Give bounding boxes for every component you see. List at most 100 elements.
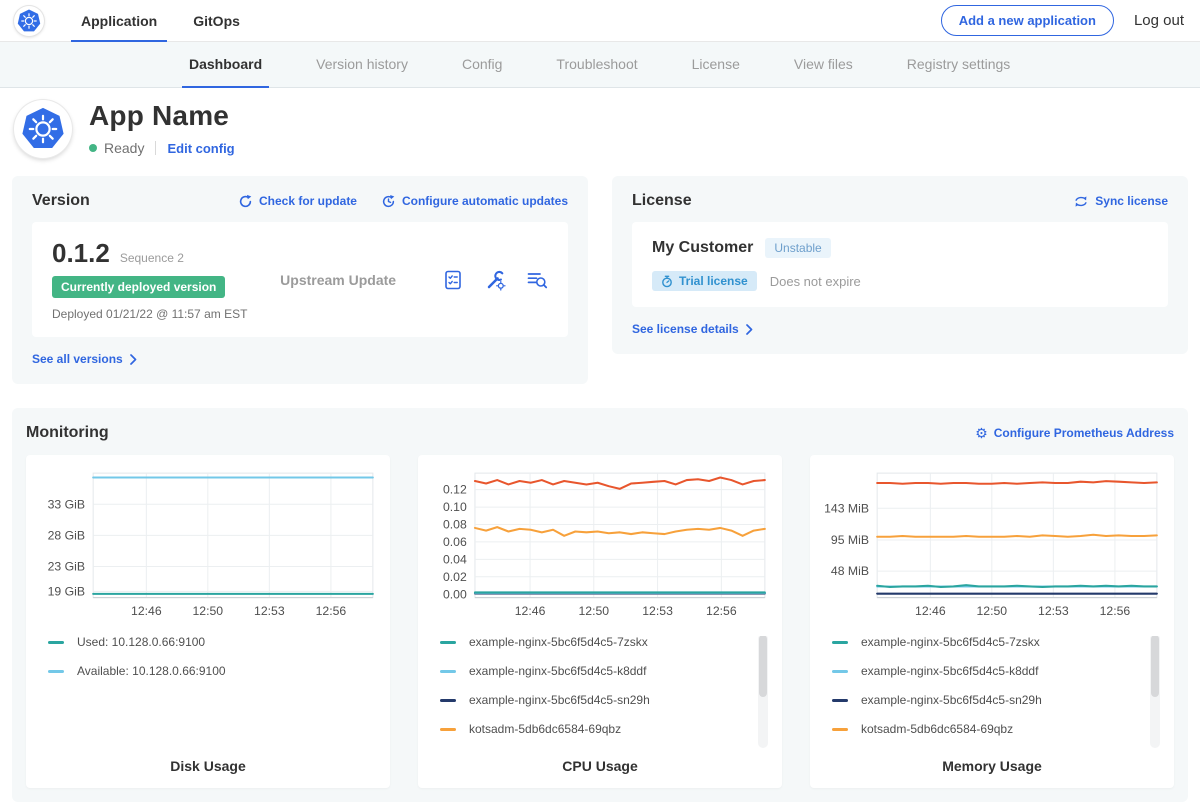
svg-text:12:50: 12:50 [976, 604, 1007, 618]
monitoring-panel: Monitoring ⚙ Configure Prometheus Addres… [12, 408, 1188, 802]
tab-dashboard[interactable]: Dashboard [162, 42, 289, 87]
svg-text:0.12: 0.12 [443, 483, 467, 497]
legend-item: example-nginx-5bc6f5d4c5-k8ddf [832, 665, 1164, 677]
logout-button[interactable]: Log out [1134, 12, 1184, 29]
configure-prometheus-link[interactable]: ⚙ Configure Prometheus Address [975, 426, 1174, 440]
svg-text:12:53: 12:53 [1038, 604, 1069, 618]
kubernetes-helm-icon [17, 9, 41, 33]
current-version-box: 0.1.2 Sequence 2 Currently deployed vers… [32, 222, 568, 337]
nav-tab-gitops[interactable]: GitOps [180, 0, 253, 42]
gear-icon: ⚙ [975, 426, 988, 440]
license-card: License Sync license My Customer Unstabl… [612, 176, 1188, 354]
chart-title: Memory Usage [820, 758, 1164, 774]
page-title: App Name [89, 100, 235, 132]
deployed-timestamp: Deployed 01/21/22 @ 11:57 am EST [52, 307, 280, 321]
check-for-update-label: Check for update [259, 194, 357, 208]
svg-text:19 GiB: 19 GiB [48, 585, 85, 599]
svg-text:33 GiB: 33 GiB [48, 497, 85, 511]
legend-scrollbar[interactable] [758, 636, 768, 748]
svg-text:12:56: 12:56 [1100, 604, 1131, 618]
legend-scrollbar[interactable] [1150, 636, 1160, 748]
license-details-box: My Customer Unstable Trial license Does … [632, 222, 1168, 307]
legend-swatch-icon [48, 641, 64, 644]
svg-text:0.10: 0.10 [443, 500, 467, 514]
divider [155, 141, 156, 155]
check-for-update-link[interactable]: Check for update [238, 194, 357, 209]
cpu-usage-card: 0.120.100.080.060.040.020.0012:4612:5012… [418, 455, 782, 788]
svg-text:12:56: 12:56 [316, 604, 347, 618]
svg-text:12:53: 12:53 [254, 604, 285, 618]
chart-title: CPU Usage [428, 758, 772, 774]
customer-name: My Customer [652, 239, 753, 257]
auto-update-clock-icon [381, 194, 396, 209]
top-nav: Application GitOps Add a new application… [0, 0, 1200, 42]
nav-tab-application[interactable]: Application [68, 0, 170, 42]
disk-usage-legend: Used: 10.128.0.66:9100 Available: 10.128.… [48, 636, 380, 752]
svg-text:12:56: 12:56 [706, 604, 737, 618]
license-type-badge: Trial license [652, 271, 757, 291]
see-all-versions-link[interactable]: See all versions [32, 352, 137, 366]
edit-config-link[interactable]: Edit config [167, 141, 234, 156]
tab-version-history[interactable]: Version history [289, 42, 435, 87]
legend-label: Used: 10.128.0.66:9100 [77, 636, 205, 649]
legend-label: kotsadm-5db6dc6584-69qbz [861, 722, 1013, 736]
cpu-usage-chart: 0.120.100.080.060.040.020.0012:4612:5012… [428, 467, 772, 622]
legend-swatch-icon [832, 728, 848, 731]
deploy-logs-icon[interactable] [526, 269, 548, 291]
legend-item: example-nginx-5bc6f5d4c5-sn29h [440, 694, 772, 706]
legend-swatch-icon [440, 670, 456, 673]
preflight-checks-icon[interactable] [442, 269, 464, 291]
legend-swatch-icon [832, 699, 848, 702]
see-license-details-link[interactable]: See license details [632, 322, 753, 336]
tab-license[interactable]: License [665, 42, 767, 87]
version-card-title: Version [32, 192, 214, 210]
memory-usage-legend: example-nginx-5bc6f5d4c5-7zskxexample-ng… [832, 636, 1164, 752]
charts-row: 33 GiB28 GiB23 GiB19 GiB12:4612:5012:531… [26, 455, 1174, 788]
tab-config[interactable]: Config [435, 42, 529, 87]
svg-text:48 MiB: 48 MiB [831, 564, 869, 578]
svg-text:95 MiB: 95 MiB [831, 533, 869, 547]
cards-row: Version Check for update Configure autom… [0, 174, 1200, 384]
configure-auto-updates-link[interactable]: Configure automatic updates [381, 194, 568, 209]
legend-label: example-nginx-5bc6f5d4c5-sn29h [469, 693, 650, 707]
app-header: App Name Ready Edit config [0, 88, 1200, 174]
svg-text:0.08: 0.08 [443, 518, 467, 532]
svg-text:23 GiB: 23 GiB [48, 560, 85, 574]
sync-license-link[interactable]: Sync license [1073, 194, 1168, 209]
tab-troubleshoot[interactable]: Troubleshoot [529, 42, 664, 87]
svg-text:0.02: 0.02 [443, 570, 467, 584]
license-type-label: Trial license [679, 274, 748, 288]
add-application-button[interactable]: Add a new application [941, 5, 1114, 36]
svg-text:12:46: 12:46 [515, 604, 546, 618]
scrollbar-thumb[interactable] [759, 636, 767, 697]
legend-item: Available: 10.128.0.66:9100 [48, 665, 380, 677]
tab-registry-settings[interactable]: Registry settings [880, 42, 1037, 87]
chart-title: Disk Usage [36, 758, 380, 774]
disk-usage-chart: 33 GiB28 GiB23 GiB19 GiB12:4612:5012:531… [36, 467, 380, 622]
deployed-badge: Currently deployed version [52, 276, 225, 298]
legend-swatch-icon [440, 728, 456, 731]
legend-item: example-nginx-5bc6f5d4c5-7zskx [440, 636, 772, 648]
config-wrench-icon[interactable] [484, 269, 506, 291]
legend-swatch-icon [832, 641, 848, 644]
configure-prometheus-label: Configure Prometheus Address [994, 426, 1174, 440]
svg-text:12:46: 12:46 [915, 604, 946, 618]
legend-item: example-nginx-5bc6f5d4c5-k8ddf [440, 665, 772, 677]
configure-auto-updates-label: Configure automatic updates [402, 194, 568, 208]
scrollbar-thumb[interactable] [1151, 636, 1159, 697]
license-expiry: Does not expire [770, 274, 861, 289]
tab-view-files[interactable]: View files [767, 42, 880, 87]
legend-label: kotsadm-5db6dc6584-69qbz [469, 722, 621, 736]
cpu-usage-legend: example-nginx-5bc6f5d4c5-7zskx example-ng… [440, 636, 772, 752]
legend-swatch-icon [832, 670, 848, 673]
svg-text:12:50: 12:50 [578, 604, 609, 618]
stopwatch-icon [661, 275, 673, 288]
legend-label: Available: 10.128.0.66:9100 [77, 664, 226, 678]
channel-badge: Unstable [765, 238, 830, 258]
kubernetes-logo-icon[interactable] [14, 6, 44, 36]
disk-usage-card: 33 GiB28 GiB23 GiB19 GiB12:4612:5012:531… [26, 455, 390, 788]
legend-item: kotsadm-5db6dc6584-69qbz [832, 723, 1164, 735]
svg-text:12:50: 12:50 [192, 604, 223, 618]
svg-text:0.04: 0.04 [443, 552, 467, 566]
legend-swatch-icon [440, 641, 456, 644]
